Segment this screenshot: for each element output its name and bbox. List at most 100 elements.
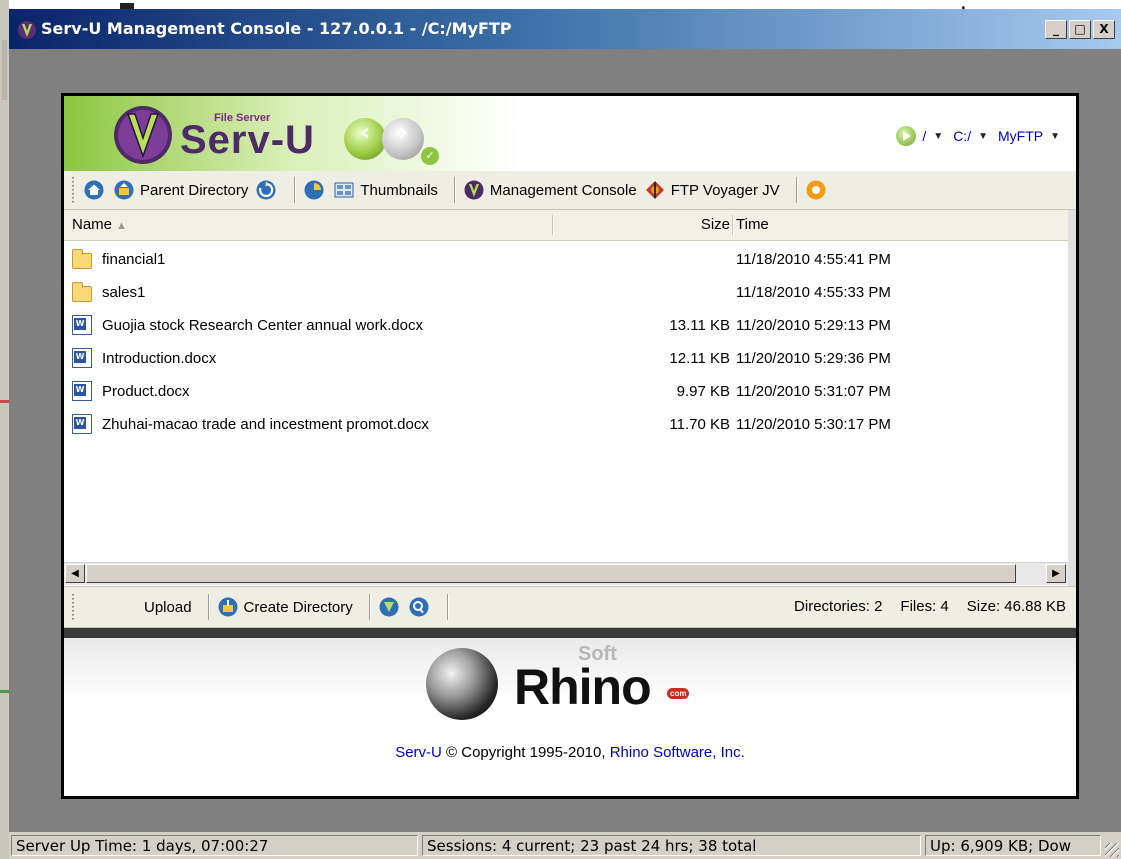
file-row[interactable]: W Guojia stock Research Center annual wor…: [64, 310, 1068, 343]
copyright-text: © Copyright 1995-2010,: [441, 744, 610, 761]
refresh-icon: [256, 180, 276, 200]
desktop-mark: [2, 40, 7, 100]
footer-divider: [64, 628, 1076, 638]
file-size: 12.11 KB: [669, 350, 730, 367]
file-time: 11/20/2010 5:30:17 PM: [736, 416, 891, 433]
file-time: 11/18/2010 4:55:41 PM: [736, 251, 891, 268]
bottom-toolbar: Upload Create Directory Directories: 2 F…: [64, 586, 1076, 628]
parent-directory-label: Parent Directory: [140, 181, 249, 199]
serv-u-app-icon: [18, 21, 36, 39]
forward-button[interactable]: ›: [382, 118, 424, 160]
desktop-mark: [0, 690, 9, 693]
thumbnails-label: Thumbnails: [360, 181, 438, 199]
app-window: Serv-U Management Console - 127.0.0.1 - …: [9, 9, 1121, 859]
home-button[interactable]: [84, 180, 110, 200]
breadcrumb-drive[interactable]: C:/: [953, 128, 971, 144]
column-divider[interactable]: [732, 215, 734, 235]
file-name: Guojia stock Research Center annual work…: [102, 317, 423, 334]
status-transfer: Up: 6,909 KB; Dow: [925, 835, 1101, 856]
lifebuoy-icon: [806, 180, 826, 200]
rhino-software-link[interactable]: Rhino Software, Inc.: [610, 744, 745, 761]
minimize-button[interactable]: _: [1045, 20, 1067, 39]
copyright-line: Serv-U © Copyright 1995-2010, Rhino Soft…: [64, 744, 1076, 761]
create-directory-icon: [218, 597, 238, 617]
file-browser-panel: File Server Serv-U ‹ › ✓ / ▼ C:/▼ MyFTP ▼: [61, 93, 1079, 799]
properties-icon: [379, 597, 399, 617]
column-name[interactable]: Name ▲: [72, 210, 127, 240]
close-button[interactable]: X: [1093, 20, 1115, 39]
toolbar-grip[interactable]: [72, 594, 76, 620]
toolbar-separator: [294, 177, 297, 203]
chevron-down-icon[interactable]: ▼: [933, 131, 943, 142]
parent-directory-icon: [114, 180, 134, 200]
create-directory-button[interactable]: Create Directory: [218, 597, 353, 617]
serv-u-logo-icon: [114, 106, 172, 164]
maximize-button[interactable]: □: [1069, 20, 1091, 39]
toolbar-separator: [446, 594, 449, 620]
client-area: File Server Serv-U ‹ › ✓ / ▼ C:/▼ MyFTP ▼: [11, 49, 1119, 829]
view-options-icon: [304, 180, 324, 200]
path-breadcrumb: / ▼ C:/ ▼ MyFTP ▼: [896, 124, 1064, 148]
rhinosoft-logo-icon: [426, 648, 498, 720]
status-sessions: Sessions: 4 current; 23 past 24 hrs; 38 …: [422, 835, 921, 856]
file-name: sales1: [102, 284, 146, 301]
upload-label: Upload: [144, 598, 192, 616]
toolbar-grip[interactable]: [72, 177, 76, 203]
chevron-down-icon[interactable]: ▼: [1050, 131, 1060, 142]
total-size: Size: 46.88 KB: [966, 598, 1066, 615]
word-document-icon: W: [72, 315, 92, 335]
ftp-voyager-button[interactable]: FTP Voyager JV: [645, 180, 780, 200]
refresh-button[interactable]: [256, 180, 282, 200]
scroll-right-button[interactable]: ▶: [1046, 564, 1066, 583]
home-icon: [84, 180, 104, 200]
breadcrumb-root[interactable]: /: [922, 128, 926, 144]
sort-ascending-icon: ▲: [116, 220, 127, 232]
properties-button[interactable]: [379, 597, 405, 617]
file-row[interactable]: W Product.docx 9.97 KB 11/20/2010 5:31:07 P…: [64, 376, 1068, 409]
folder-row[interactable]: financial1 11/18/2010 4:55:41 PM: [64, 244, 1068, 277]
resize-grip-icon[interactable]: [1105, 843, 1119, 857]
file-row[interactable]: W Zhuhai-macao trade and incestment promo…: [64, 409, 1068, 442]
toolbar-separator: [207, 594, 210, 620]
file-size: 13.11 KB: [669, 317, 730, 334]
go-icon[interactable]: [896, 126, 917, 146]
back-button[interactable]: ‹: [344, 118, 386, 160]
scroll-left-button[interactable]: ◀: [65, 564, 85, 583]
scroll-thumb[interactable]: [86, 564, 1016, 583]
upload-button[interactable]: Upload: [144, 599, 192, 616]
horizontal-scrollbar[interactable]: ◀ ▶: [64, 562, 1068, 585]
directory-stats: Directories: 2 Files: 4 Size: 46.88 KB: [794, 598, 1066, 615]
forward-arrow-icon: ›: [398, 118, 408, 146]
breadcrumb-folder[interactable]: MyFTP: [998, 128, 1043, 144]
management-console-button[interactable]: Management Console: [464, 180, 637, 200]
desktop-mark: [0, 400, 9, 403]
logo-wordmark: Serv-U: [180, 118, 315, 162]
file-row[interactable]: W Introduction.docx 12.11 KB 11/20/2010 5:2…: [64, 343, 1068, 376]
status-uptime: Server Up Time: 1 days, 07:00:27: [11, 835, 418, 856]
rhinosoft-logo-word: Rhino: [514, 659, 652, 715]
column-size[interactable]: Size: [554, 210, 730, 240]
serv-u-link[interactable]: Serv-U: [395, 744, 442, 761]
help-button[interactable]: [806, 180, 832, 200]
title-bar[interactable]: Serv-U Management Console - 127.0.0.1 - …: [9, 9, 1121, 49]
chevron-down-icon[interactable]: ▼: [978, 131, 988, 142]
desktop-left-edge: [0, 0, 9, 859]
file-name: financial1: [102, 251, 166, 268]
connected-check-icon: ✓: [421, 147, 439, 165]
folder-row[interactable]: sales1 11/18/2010 4:55:33 PM: [64, 277, 1068, 310]
parent-directory-button[interactable]: Parent Directory: [114, 180, 248, 200]
vertical-scroll-track[interactable]: [1068, 210, 1076, 586]
desktop-top-edge: [0, 0, 1121, 9]
folder-icon: [72, 282, 92, 302]
column-time[interactable]: Time: [736, 210, 769, 240]
footer: Soft Rhino com Serv-U © Copyright 1995-2…: [64, 638, 1076, 796]
create-directory-label: Create Directory: [243, 598, 353, 616]
file-list-header: Name ▲ Size Time: [64, 210, 1068, 241]
word-document-icon: W: [72, 381, 92, 401]
thumbnails-button[interactable]: Thumbnails: [334, 180, 438, 200]
view-options-button[interactable]: [304, 180, 330, 200]
search-button[interactable]: [409, 597, 435, 617]
toolbar-separator: [795, 177, 798, 203]
file-time: 11/20/2010 5:29:36 PM: [736, 350, 891, 367]
folder-icon: [72, 249, 92, 269]
